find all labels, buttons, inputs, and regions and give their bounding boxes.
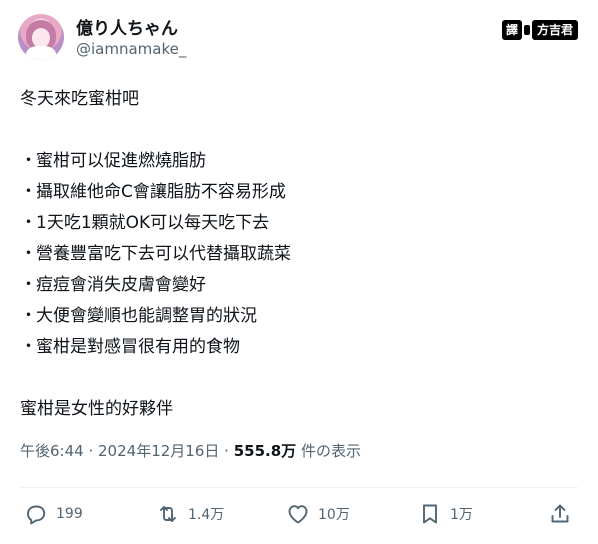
reply-button[interactable]: 199 (24, 502, 83, 526)
action-bar: 199 1.4万 10万 1万 (20, 498, 578, 534)
display-name[interactable]: 億り人ちゃん (76, 14, 178, 39)
bullet-item: 1天吃1顆就OK可以每天吃下去 (20, 208, 580, 239)
share-icon (551, 504, 569, 523)
reply-icon (27, 505, 46, 525)
bookmark-button[interactable]: 1万 (418, 502, 473, 526)
divider (20, 487, 578, 488)
avatar-face (32, 28, 50, 48)
translator-badge-label: 譯 (501, 20, 522, 40)
tweet-date[interactable]: 2024年12月16日 (98, 442, 219, 460)
like-count: 10万 (318, 507, 350, 523)
retweet-button[interactable]: 1.4万 (156, 502, 224, 526)
avatar-body (26, 46, 56, 60)
tweet-title: 冬天來吃蜜柑吧 (20, 89, 139, 109)
meta-dot: · (88, 442, 99, 460)
translator-badge-name: 方吉君 (531, 20, 578, 40)
tweet-meta: 午後6:44 · 2024年12月16日 · 555.8万 件の表示 (20, 440, 361, 461)
tweet-header: 億り人ちゃん @iamnamake_ 譯 方吉君 (14, 12, 584, 64)
bullet-item: 營養豐富吃下去可以代替攝取蔬菜 (20, 239, 580, 270)
bookmark-icon (423, 504, 437, 524)
bullet-item: 大便會變順也能調整胃的狀況 (20, 301, 580, 332)
meta-dot: · (224, 442, 234, 460)
bullet-item: 攝取維他命C會讓脂肪不容易形成 (20, 177, 580, 208)
bullet-item: 痘痘會消失皮膚會變好 (20, 270, 580, 301)
tweet-time[interactable]: 午後6:44 (20, 442, 84, 460)
tweet-text: 冬天來吃蜜柑吧 蜜柑可以促進燃燒脂肪 攝取維他命C會讓脂肪不容易形成 1天吃1顆… (20, 84, 580, 425)
reply-count: 199 (56, 506, 83, 522)
bullet-item: 蜜柑可以促進燃燒脂肪 (20, 146, 580, 177)
retweet-count: 1.4万 (188, 507, 225, 523)
bullet-item: 蜜柑是對感冒很有用的食物 (20, 332, 580, 363)
retweet-icon (160, 506, 176, 522)
avatar[interactable] (18, 14, 64, 60)
view-count: 555.8万 (233, 442, 297, 460)
bookmark-count: 1万 (450, 507, 473, 523)
translator-badge: 譯 方吉君 (501, 19, 578, 41)
heart-icon (288, 505, 308, 524)
translator-badge-separator (523, 25, 530, 35)
share-button[interactable] (548, 502, 572, 526)
view-count-suffix: 件の表示 (300, 442, 361, 460)
like-button[interactable]: 10万 (286, 502, 350, 526)
tweet-closing: 蜜柑是女性的好夥伴 (20, 399, 173, 419)
user-handle[interactable]: @iamnamake_ (76, 40, 186, 58)
